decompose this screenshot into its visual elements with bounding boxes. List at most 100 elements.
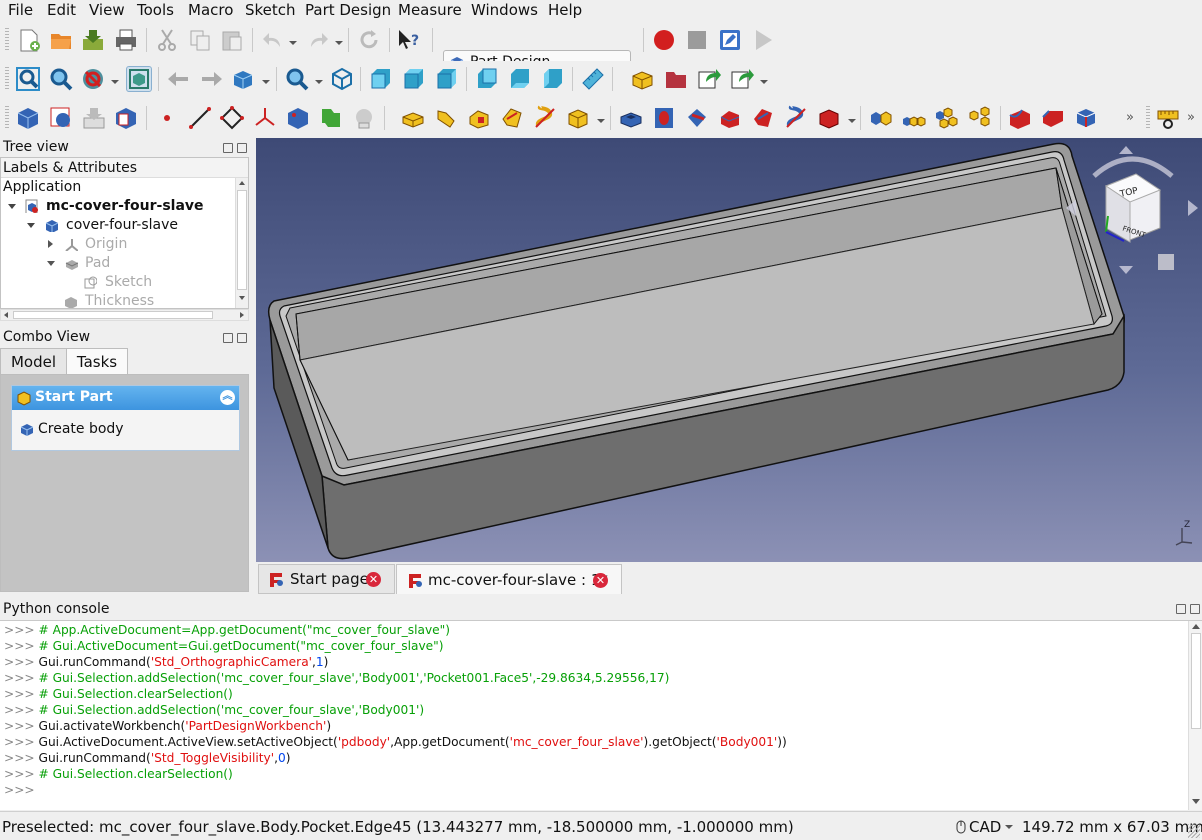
linear-pattern-button[interactable] [901, 105, 927, 131]
undo-dropdown-icon[interactable] [289, 41, 297, 45]
edit-macro-button[interactable] [717, 27, 743, 53]
subtractive-pipe-button[interactable] [750, 105, 776, 131]
close-tab-icon[interactable]: ✕ [366, 572, 381, 587]
tab-document[interactable]: mc-cover-four-slave : 1* ✕ [396, 564, 622, 594]
sub-shape-binder-button[interactable] [285, 105, 311, 131]
menu-part-design[interactable]: Part Design [305, 1, 391, 19]
pad-button[interactable] [400, 105, 426, 131]
sync-view-button[interactable] [231, 66, 257, 92]
scroll-up-icon[interactable] [239, 181, 245, 185]
tree-item-application[interactable]: Application [3, 178, 81, 197]
chevron-down-icon[interactable] [27, 223, 35, 228]
stop-macro-button[interactable] [684, 27, 710, 53]
overflow-chevron-icon[interactable]: » [1187, 110, 1195, 125]
menu-file[interactable]: File [8, 1, 33, 19]
bottom-view-button[interactable] [507, 66, 533, 92]
clone-button[interactable] [318, 105, 344, 131]
additive-primitive-dropdown-icon[interactable] [597, 119, 605, 123]
tree-item-body[interactable]: cover-four-slave [25, 216, 233, 235]
right-view-button[interactable] [434, 66, 460, 92]
measure-tool-button[interactable] [1155, 105, 1181, 131]
link-actions-button[interactable] [729, 66, 755, 92]
shape-binder-button[interactable] [113, 105, 139, 131]
tree-item-document[interactable]: mc-cover-four-slave [5, 197, 233, 216]
whats-this-button[interactable]: ? [396, 27, 422, 53]
float-icon[interactable] [1176, 604, 1186, 614]
subtractive-loft-button[interactable] [717, 105, 743, 131]
scroll-thumb[interactable] [237, 190, 247, 290]
tree-item-pad[interactable]: Pad [45, 254, 233, 273]
bounding-box-button[interactable] [126, 66, 152, 92]
close-icon[interactable] [1190, 604, 1200, 614]
toolbar-grip[interactable] [5, 67, 9, 91]
close-tab-icon[interactable]: ✕ [593, 573, 608, 588]
scroll-up-icon[interactable] [1192, 624, 1200, 629]
hole-button[interactable] [651, 105, 677, 131]
redo-dropdown-icon[interactable] [335, 41, 343, 45]
revolution-button[interactable] [433, 105, 459, 131]
zoom-dropdown-icon[interactable] [315, 80, 323, 84]
menu-macro[interactable]: Macro [188, 1, 233, 19]
datum-point-button[interactable] [154, 105, 180, 131]
close-icon[interactable] [237, 143, 247, 153]
measure-distance-button[interactable] [580, 66, 606, 92]
menu-windows[interactable]: Windows [471, 1, 538, 19]
create-body-button[interactable] [15, 105, 41, 131]
fit-all-button[interactable] [15, 66, 41, 92]
subtractive-primitive-button[interactable] [816, 105, 842, 131]
rear-view-button[interactable] [474, 66, 500, 92]
subtractive-helix-button[interactable] [783, 105, 809, 131]
scroll-down-icon[interactable] [1192, 799, 1200, 804]
datum-line-button[interactable] [187, 105, 213, 131]
datum-plane-button[interactable] [219, 105, 245, 131]
console-scrollbar[interactable] [1188, 621, 1202, 810]
menu-sketch[interactable]: Sketch [245, 1, 296, 19]
open-button[interactable] [48, 27, 74, 53]
toolbar-grip[interactable] [5, 106, 9, 130]
link-dropdown-icon[interactable] [760, 80, 768, 84]
overflow-chevron-icon[interactable]: » [1126, 110, 1134, 125]
scroll-right-icon[interactable] [240, 312, 244, 318]
additive-primitive-button[interactable] [565, 105, 591, 131]
tree-item-origin[interactable]: Origin [45, 235, 233, 254]
zoom-menu-button[interactable] [284, 66, 310, 92]
create-part-button[interactable] [630, 66, 656, 92]
toolbar-grip[interactable] [1146, 106, 1150, 130]
menu-tools[interactable]: Tools [137, 1, 174, 19]
polar-pattern-button[interactable] [934, 105, 960, 131]
tab-start-page[interactable]: Start page ✕ [258, 564, 395, 594]
float-icon[interactable] [223, 143, 233, 153]
float-icon[interactable] [223, 333, 233, 343]
refresh-button[interactable] [356, 27, 382, 53]
new-document-button[interactable] [16, 27, 42, 53]
collapse-icon[interactable]: ︽ [220, 390, 235, 405]
subtractive-primitive-dropdown-icon[interactable] [848, 119, 856, 123]
additive-pipe-button[interactable] [499, 105, 525, 131]
python-console[interactable]: >>> # App.ActiveDocument=App.getDocument… [0, 620, 1202, 810]
front-view-button[interactable] [368, 66, 394, 92]
fillet-button[interactable] [1007, 105, 1033, 131]
sketch-button[interactable] [351, 105, 377, 131]
record-macro-button[interactable] [651, 27, 677, 53]
redo-button[interactable] [305, 27, 331, 53]
size-grip[interactable] [1188, 824, 1200, 838]
paste-button[interactable] [219, 27, 245, 53]
chevron-down-icon[interactable] [47, 261, 55, 266]
move-tip-button[interactable] [81, 105, 107, 131]
navigation-style-selector[interactable]: CAD [954, 817, 1014, 837]
sync-view-dropdown-icon[interactable] [262, 80, 270, 84]
task-header[interactable]: Start Part ︽ [12, 386, 239, 410]
tree-hscrollbar[interactable] [0, 309, 249, 321]
pocket-button[interactable] [618, 105, 644, 131]
tab-model[interactable]: Model [0, 348, 67, 375]
draw-style-button[interactable] [80, 66, 106, 92]
save-button[interactable] [80, 27, 106, 53]
local-cs-button[interactable] [252, 105, 278, 131]
3d-viewport[interactable]: TOP FRONT Z [256, 138, 1202, 562]
chamfer-button[interactable] [1040, 105, 1066, 131]
cut-button[interactable] [154, 27, 180, 53]
mirrored-button[interactable] [868, 105, 894, 131]
print-button[interactable] [113, 27, 139, 53]
undo-button[interactable] [260, 27, 286, 53]
copy-button[interactable] [187, 27, 213, 53]
